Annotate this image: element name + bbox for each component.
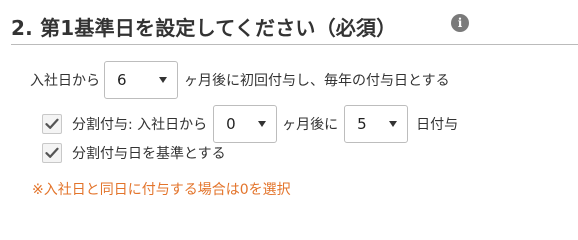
split-grant-day-suffix: 日付与 [416,117,459,133]
first-grant-prefix: 入社日から [30,73,100,89]
first-grant-suffix: ヶ月後に初回付与し、毎年の付与日とする [184,73,450,89]
zero-month-note: ※入社日と同日に付与する場合は0を選択 [32,182,291,198]
section-header: 2. 第1基準日を設定してください（必須） i [11,8,578,46]
split-grant-months-select[interactable]: 0 [213,105,278,143]
split-grant-checkbox[interactable] [42,114,62,134]
split-grant-day-value: 5 [357,115,367,133]
split-grant-row: 分割付与: 入社日から 0 ヶ月後に 5 日付与 [42,104,458,144]
split-grant-months-suffix: ヶ月後に [282,117,339,133]
split-grant-day-select[interactable]: 5 [344,105,409,143]
chevron-down-icon [258,121,267,127]
chevron-down-icon [159,77,167,83]
info-icon[interactable]: i [451,14,469,32]
split-grant-months-value: 0 [226,115,236,133]
base-date-checkbox[interactable] [42,143,62,163]
first-grant-months-value: 6 [117,71,127,89]
base-date-row: 分割付与日を基準とする [42,141,226,165]
first-grant-row: 入社日から 6 ヶ月後に初回付与し、毎年の付与日とする [30,60,450,100]
checkmark-icon [45,147,59,158]
first-grant-months-select[interactable]: 6 [104,61,178,99]
split-grant-label: 分割付与: 入社日から [72,117,208,133]
checkmark-icon [45,118,59,129]
chevron-down-icon [389,121,398,127]
base-date-label: 分割付与日を基準とする [72,146,226,162]
section-title: 2. 第1基準日を設定してください（必須） [11,16,397,40]
section-divider [11,44,578,45]
